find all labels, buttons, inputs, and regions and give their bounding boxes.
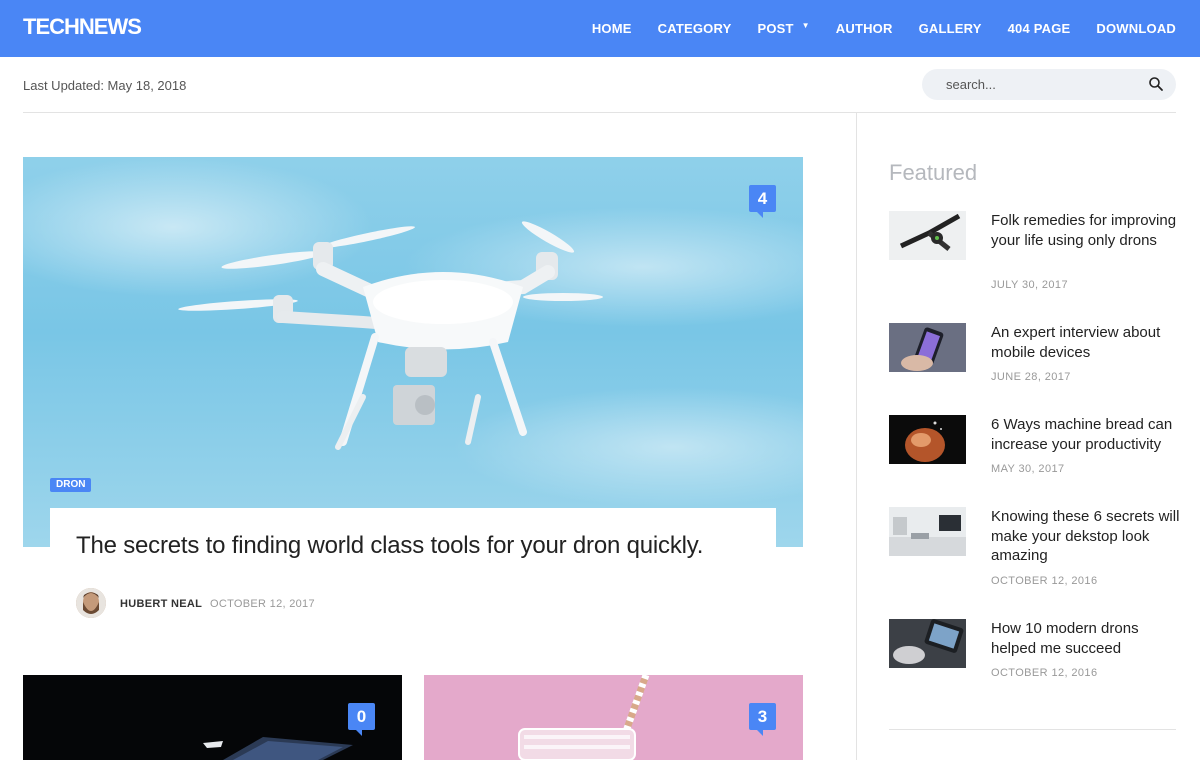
search-box	[922, 69, 1176, 100]
sidebar-divider	[889, 729, 1176, 730]
site-logo[interactable]: TECHNEWS	[23, 14, 142, 40]
featured-title[interactable]: Folk remedies for improving your life us…	[991, 211, 1181, 250]
featured-thumbnail[interactable]	[889, 619, 966, 668]
bread-thumbnail-image	[889, 415, 966, 464]
featured-title[interactable]: How 10 modern drons helped me succeed	[991, 619, 1181, 658]
featured-thumbnail[interactable]	[889, 415, 966, 464]
drone-illustration	[178, 221, 603, 450]
phone-hand-thumbnail-image	[889, 323, 966, 372]
featured-date: OCTOBER 12, 2016	[991, 575, 1098, 587]
nav-download[interactable]: DOWNLOAD	[1096, 21, 1176, 36]
comment-count-badge[interactable]: 0	[348, 703, 375, 736]
divider-vertical	[856, 113, 857, 760]
search-icon[interactable]	[1148, 76, 1164, 92]
featured-title[interactable]: Knowing these 6 secrets will make your d…	[991, 507, 1181, 566]
nav-gallery[interactable]: GALLERY	[919, 21, 982, 36]
caret-down-icon: ▼	[801, 21, 810, 30]
nav-author[interactable]: AUTHOR	[836, 21, 893, 36]
featured-title[interactable]: An expert interview about mobile devices	[991, 323, 1181, 362]
post-date: OCTOBER 12, 2017	[210, 598, 315, 610]
category-tag[interactable]: DRON	[50, 478, 92, 492]
top-navbar: TECHNEWS HOME CATEGORY POST ▼ AUTHOR GALL…	[0, 0, 1200, 57]
divider-horizontal	[23, 112, 1176, 113]
phone-illustration	[203, 737, 353, 760]
tablet-thumbnail-image	[889, 619, 966, 668]
featured-date: JULY 30, 2017	[991, 279, 1068, 291]
avatar-image	[76, 588, 106, 618]
featured-title[interactable]: 6 Ways machine bread can increase your p…	[991, 415, 1181, 454]
post-card-image[interactable]	[23, 675, 402, 760]
search-input[interactable]	[946, 69, 1136, 100]
hero-title[interactable]: The secrets to finding world class tools…	[76, 532, 703, 560]
featured-thumbnail[interactable]	[889, 323, 966, 372]
featured-date: MAY 30, 2017	[991, 463, 1065, 475]
featured-date: JUNE 28, 2017	[991, 371, 1071, 383]
jar-illustration	[424, 675, 803, 760]
author-name[interactable]: HUBERT NEAL	[120, 598, 202, 610]
author-avatar[interactable]	[76, 588, 106, 618]
comment-count-badge[interactable]: 3	[749, 703, 776, 736]
featured-heading: Featured	[889, 160, 978, 185]
nav-category[interactable]: CATEGORY	[658, 21, 732, 36]
hero-image[interactable]	[23, 157, 803, 547]
nav-post-label: POST	[757, 21, 794, 36]
post-card-image[interactable]	[424, 675, 803, 760]
nav-404-page[interactable]: 404 PAGE	[1008, 21, 1071, 36]
last-updated-text: Last Updated: May 18, 2018	[23, 78, 187, 93]
nav-post[interactable]: POST ▼	[757, 21, 809, 36]
featured-date: OCTOBER 12, 2016	[991, 667, 1098, 679]
comment-count-badge[interactable]: 4	[749, 185, 776, 218]
desktop-thumbnail-image	[889, 507, 966, 556]
nav-home[interactable]: HOME	[592, 21, 632, 36]
main-nav: HOME CATEGORY POST ▼ AUTHOR GALLERY 404 P…	[592, 0, 1176, 57]
featured-thumbnail[interactable]	[889, 211, 966, 260]
featured-thumbnail[interactable]	[889, 507, 966, 556]
drone-thumbnail-image	[889, 211, 966, 260]
